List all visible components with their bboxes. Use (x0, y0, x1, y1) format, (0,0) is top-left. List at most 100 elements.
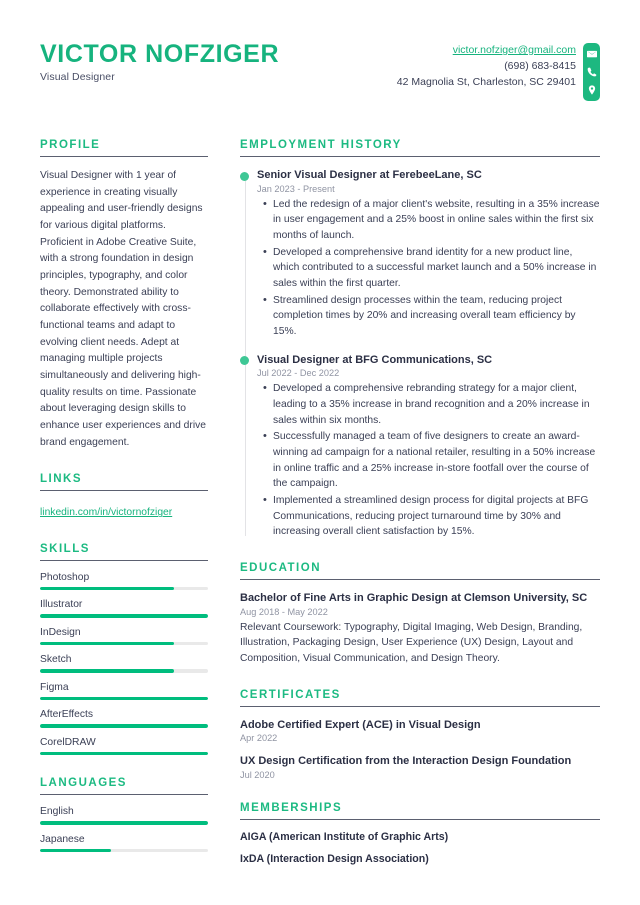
certificate-entry: Adobe Certified Expert (ACE) in Visual D… (240, 718, 600, 744)
language-bar-fill (40, 821, 208, 825)
certificate-entry-date: Jul 2020 (240, 770, 275, 781)
language-row: English (40, 806, 208, 825)
bullet-item: Led the redesign of a major client's web… (263, 196, 600, 244)
bullet-item: Successfully managed a team of five desi… (263, 428, 600, 492)
section-memberships: MEMBERSHIPS AIGA (American Institute of … (240, 802, 600, 865)
skill-row: AfterEffects (40, 709, 208, 728)
profile-text: Visual Designer with 1 year of experienc… (40, 170, 207, 448)
identity-block: VICTOR NOFZIGER Visual Designer (40, 40, 279, 83)
contact-icon-bar (583, 43, 600, 101)
skill-bar-fill (40, 696, 208, 701)
skill-bar-track (40, 696, 208, 701)
section-title-education: EDUCATION (240, 562, 600, 580)
contact-address: 42 Magnolia St, Charleston, SC 29401 (396, 75, 576, 88)
envelope-icon (586, 46, 597, 62)
skill-row: InDesign (40, 627, 208, 646)
sidebar-column: PROFILE Visual Designer with 1 year of e… (40, 139, 226, 874)
resume-header: VICTOR NOFZIGER Visual Designer victor.n… (40, 30, 600, 101)
education-entry-description: Relevant Coursework: Typography, Digital… (240, 621, 583, 664)
employment-entry-title: Visual Designer at BFG Communications, S… (257, 353, 493, 366)
skill-bar-fill (40, 586, 175, 591)
skill-label: Sketch (40, 654, 72, 666)
employment-entry: Visual Designer at BFG Communications, S… (240, 353, 600, 540)
employment-entry-date: Jul 2022 - Dec 2022 (257, 368, 340, 379)
bullet-item: Developed a comprehensive brand identity… (263, 244, 600, 292)
skill-bar-fill (40, 641, 175, 646)
section-languages: LANGUAGES English Japanese (40, 777, 208, 853)
skill-bar-fill (40, 614, 208, 618)
certificate-entry-title: Adobe Certified Expert (ACE) in Visual D… (240, 718, 481, 731)
certificate-entry-title: UX Design Certification from the Interac… (240, 755, 572, 768)
skill-bar-fill (40, 751, 208, 756)
skill-label: Figma (40, 681, 69, 693)
skill-bar-track (40, 614, 208, 618)
language-label: Japanese (40, 833, 85, 845)
link-item-linkedin[interactable]: linkedin.com/in/victornofziger (40, 507, 172, 518)
skill-label: Photoshop (40, 571, 90, 583)
section-skills: SKILLS Photoshop Illustrator InDesign Sk… (40, 543, 208, 756)
timeline-dot-icon (240, 171, 249, 181)
candidate-job-title: Visual Designer (40, 71, 115, 83)
section-title-languages: LANGUAGES (40, 777, 208, 796)
skill-bar-track (40, 724, 208, 728)
phone-icon (587, 64, 597, 80)
skill-row: CorelDRAW (40, 737, 208, 756)
skill-row: Photoshop (40, 572, 208, 591)
timeline-dot-icon (240, 356, 249, 366)
skill-row: Sketch (40, 654, 208, 673)
employment-entry-body: Led the redesign of a major client's web… (257, 196, 600, 340)
skill-bar-track (40, 586, 208, 591)
section-links: LINKS linkedin.com/in/victornofziger (40, 473, 208, 520)
contact-email-link[interactable]: victor.nofziger@gmail.com (397, 43, 576, 59)
language-bar-track (40, 821, 208, 825)
bullet-item: Streamlined design processes within the … (263, 292, 600, 340)
skill-bar-track (40, 669, 208, 673)
language-bar-track (40, 848, 208, 853)
skill-label: InDesign (40, 626, 81, 638)
language-label: English (40, 806, 74, 818)
skill-bar-track (40, 641, 208, 646)
skill-label: Illustrator (40, 599, 83, 611)
section-title-memberships: MEMBERSHIPS (240, 802, 600, 821)
employment-timeline: Senior Visual Designer at FerebeeLane, S… (240, 168, 600, 540)
employment-bullet-list: Developed a comprehensive rebranding str… (257, 380, 600, 540)
location-pin-icon (587, 82, 597, 98)
education-entry-date: Aug 2018 - May 2022 (240, 606, 328, 617)
skill-row: Figma (40, 682, 208, 701)
contact-phone: (698) 683-8415 (504, 59, 576, 72)
contact-block: victor.nofziger@gmail.com (698) 683-8415… (397, 43, 600, 101)
skill-label: CorelDRAW (40, 736, 96, 748)
employment-entry: Senior Visual Designer at FerebeeLane, S… (240, 168, 600, 340)
skill-row: Illustrator (40, 599, 208, 618)
language-bar-fill (40, 848, 111, 853)
membership-item: AIGA (American Institute of Graphic Arts… (240, 831, 449, 844)
skill-label: AfterEffects (40, 709, 94, 721)
education-entry: Bachelor of Fine Arts in Graphic Design … (240, 591, 600, 667)
membership-item: IxDA (Interaction Design Association) (240, 853, 429, 866)
resume-columns: PROFILE Visual Designer with 1 year of e… (40, 139, 600, 887)
resume-page: VICTOR NOFZIGER Visual Designer victor.n… (0, 0, 640, 905)
section-title-certificates: CERTIFICATES (240, 689, 600, 707)
skill-bar-fill (40, 724, 208, 728)
employment-bullet-list: Led the redesign of a major client's web… (257, 196, 600, 340)
section-title-employment: EMPLOYMENT HISTORY (240, 139, 600, 157)
section-education: EDUCATION Bachelor of Fine Arts in Graph… (240, 562, 600, 667)
certificate-entry: UX Design Certification from the Interac… (240, 754, 600, 780)
section-certificates: CERTIFICATES Adobe Certified Expert (ACE… (240, 689, 600, 780)
language-row: Japanese (40, 834, 208, 853)
certificate-entry-date: Apr 2022 (240, 733, 278, 744)
skill-bar-fill (40, 669, 175, 673)
section-title-links: LINKS (40, 473, 208, 492)
section-employment: EMPLOYMENT HISTORY Senior Visual Designe… (240, 139, 600, 540)
bullet-item: Implemented a streamlined design process… (263, 492, 600, 540)
contact-lines: victor.nofziger@gmail.com (698) 683-8415… (397, 43, 583, 91)
bullet-item: Developed a comprehensive rebranding str… (263, 380, 600, 428)
education-entry-title: Bachelor of Fine Arts in Graphic Design … (240, 591, 588, 604)
section-title-skills: SKILLS (40, 543, 208, 561)
section-profile: PROFILE Visual Designer with 1 year of e… (40, 139, 208, 451)
skill-bar-track (40, 751, 208, 756)
main-column: EMPLOYMENT HISTORY Senior Visual Designe… (226, 139, 600, 887)
candidate-name: VICTOR NOFZIGER (40, 40, 280, 68)
employment-entry-title: Senior Visual Designer at FerebeeLane, S… (257, 169, 482, 181)
employment-entry-body: Developed a comprehensive rebranding str… (257, 380, 600, 540)
